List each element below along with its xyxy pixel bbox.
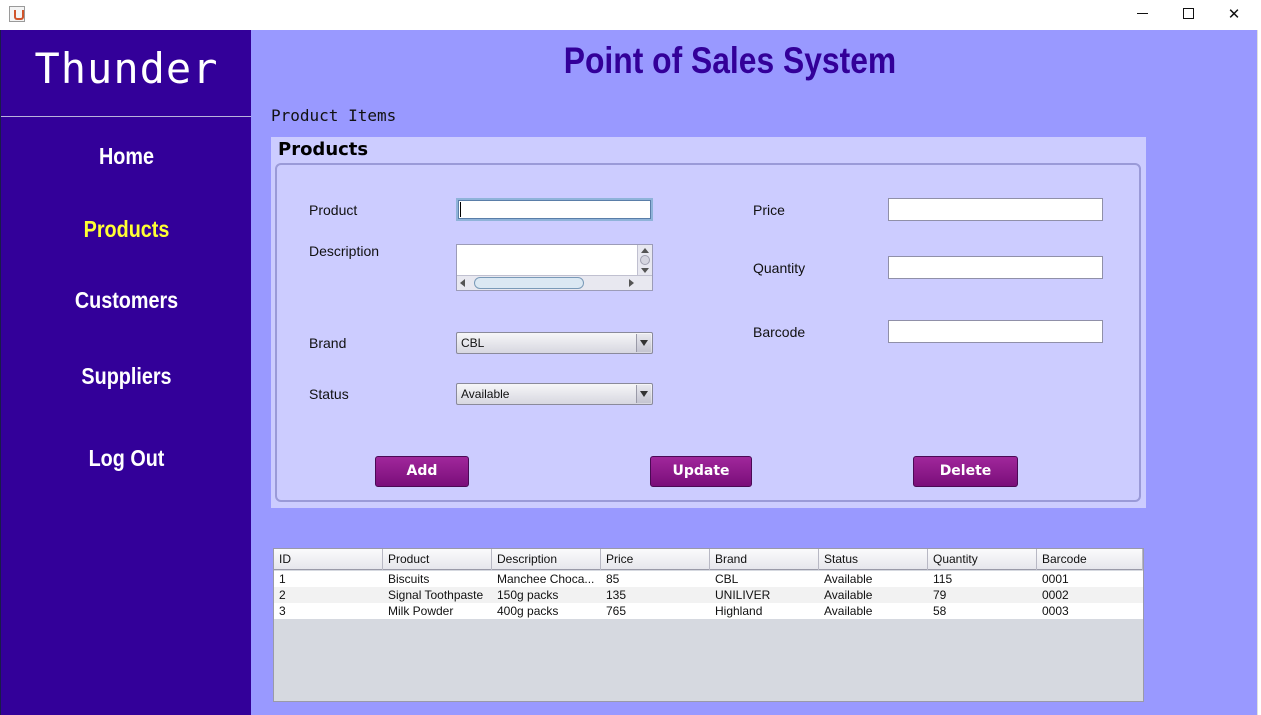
scroll-down-icon[interactable] <box>641 268 649 273</box>
column-header-price[interactable]: Price <box>601 549 710 570</box>
add-button[interactable]: Add <box>375 456 469 487</box>
text-caret <box>460 202 461 217</box>
column-header-description[interactable]: Description <box>492 549 601 570</box>
minimize-icon <box>1136 13 1148 14</box>
quantity-label: Quantity <box>753 260 806 276</box>
status-select[interactable]: Available <box>456 383 653 405</box>
cell-quantity: 115 <box>933 572 953 586</box>
status-label: Status <box>309 386 349 402</box>
product-input[interactable] <box>456 198 653 221</box>
status-selected-value: Available <box>461 387 510 401</box>
window-edge <box>1257 30 1261 715</box>
product-label: Product <box>309 202 358 218</box>
table-header: ID Product Description Price Brand Statu… <box>274 549 1143 570</box>
maximize-icon <box>1182 7 1194 19</box>
sidebar-divider <box>1 116 252 117</box>
cell-price: 135 <box>606 588 627 602</box>
description-label: Description <box>309 243 380 259</box>
cell-quantity: 79 <box>933 588 947 602</box>
panel-title: Products <box>278 139 369 160</box>
cell-id: 1 <box>279 572 286 586</box>
table-row[interactable]: 3 Milk Powder 400g packs 765 Highland Av… <box>274 603 1143 619</box>
vertical-scrollbar[interactable] <box>637 245 652 276</box>
scroll-thumb-horizontal[interactable] <box>474 277 584 289</box>
quantity-input[interactable] <box>888 256 1103 279</box>
price-label: Price <box>753 202 785 218</box>
column-header-product[interactable]: Product <box>383 549 492 570</box>
cell-product: Signal Toothpaste <box>388 588 484 602</box>
cell-brand: UNILIVER <box>715 588 771 602</box>
sidebar-item-customers[interactable]: Customers <box>19 287 235 314</box>
delete-button[interactable]: Delete <box>913 456 1018 487</box>
cell-price: 765 <box>606 604 627 618</box>
sidebar-item-products[interactable]: Products <box>19 216 235 243</box>
minimize-button[interactable] <box>1119 0 1165 30</box>
cell-quantity: 58 <box>933 604 947 618</box>
cell-description: Manchee Choca... <box>497 572 595 586</box>
cell-barcode: 0002 <box>1042 588 1069 602</box>
column-header-quantity[interactable]: Quantity <box>928 549 1037 570</box>
cell-brand: Highland <box>715 604 763 618</box>
description-textarea[interactable] <box>456 244 653 291</box>
brand-label: Brand <box>309 335 347 351</box>
cell-barcode: 0003 <box>1042 604 1069 618</box>
column-header-barcode[interactable]: Barcode <box>1037 549 1143 570</box>
products-panel: Products Product Description Brand CBL S… <box>271 137 1146 508</box>
window-titlebar: ✕ <box>0 0 1261 30</box>
cell-id: 2 <box>279 588 286 602</box>
cell-product: Milk Powder <box>388 604 454 618</box>
scroll-up-icon[interactable] <box>641 248 649 253</box>
table-row[interactable]: 2 Signal Toothpaste 150g packs 135 UNILI… <box>274 587 1143 603</box>
sidebar-item-home[interactable]: Home <box>19 143 235 170</box>
section-label: Product Items <box>271 106 397 125</box>
sidebar-item-suppliers[interactable]: Suppliers <box>19 363 235 390</box>
cell-description: 150g packs <box>497 588 559 602</box>
horizontal-scrollbar[interactable] <box>457 275 652 290</box>
update-button[interactable]: Update <box>650 456 752 487</box>
chevron-down-icon[interactable] <box>636 334 651 352</box>
java-cup-icon <box>9 6 25 22</box>
cell-product: Biscuits <box>388 572 430 586</box>
price-input[interactable] <box>888 198 1103 221</box>
products-table: ID Product Description Price Brand Statu… <box>273 548 1144 702</box>
table-row[interactable]: 1 Biscuits Manchee Choca... 85 CBL Avail… <box>274 571 1143 587</box>
close-icon: ✕ <box>1227 5 1241 23</box>
cell-id: 3 <box>279 604 286 618</box>
column-header-brand[interactable]: Brand <box>710 549 819 570</box>
page-title: Point of Sales System <box>563 40 897 81</box>
cell-barcode: 0001 <box>1042 572 1069 586</box>
chevron-down-icon[interactable] <box>636 385 651 403</box>
column-header-status[interactable]: Status <box>819 549 928 570</box>
barcode-input[interactable] <box>888 320 1103 343</box>
maximize-button[interactable] <box>1165 0 1211 30</box>
close-button[interactable]: ✕ <box>1211 0 1257 30</box>
scroll-left-icon[interactable] <box>460 279 465 287</box>
column-header-id[interactable]: ID <box>274 549 383 570</box>
cell-brand: CBL <box>715 572 739 586</box>
brand-selected-value: CBL <box>461 336 485 350</box>
brand-logo-text: Thunder <box>34 44 219 93</box>
brand-select[interactable]: CBL <box>456 332 653 354</box>
sidebar: Thunder Home Products Customers Supplier… <box>0 30 252 715</box>
cell-price: 85 <box>606 572 620 586</box>
cell-description: 400g packs <box>497 604 559 618</box>
cell-status: Available <box>824 588 873 602</box>
sidebar-item-logout[interactable]: Log Out <box>19 445 235 472</box>
cell-status: Available <box>824 572 873 586</box>
scroll-thumb[interactable] <box>640 255 650 265</box>
cell-status: Available <box>824 604 873 618</box>
barcode-label: Barcode <box>753 324 806 340</box>
scroll-right-icon[interactable] <box>629 279 634 287</box>
main-content: Point of Sales System Product Items Prod… <box>251 30 1257 715</box>
